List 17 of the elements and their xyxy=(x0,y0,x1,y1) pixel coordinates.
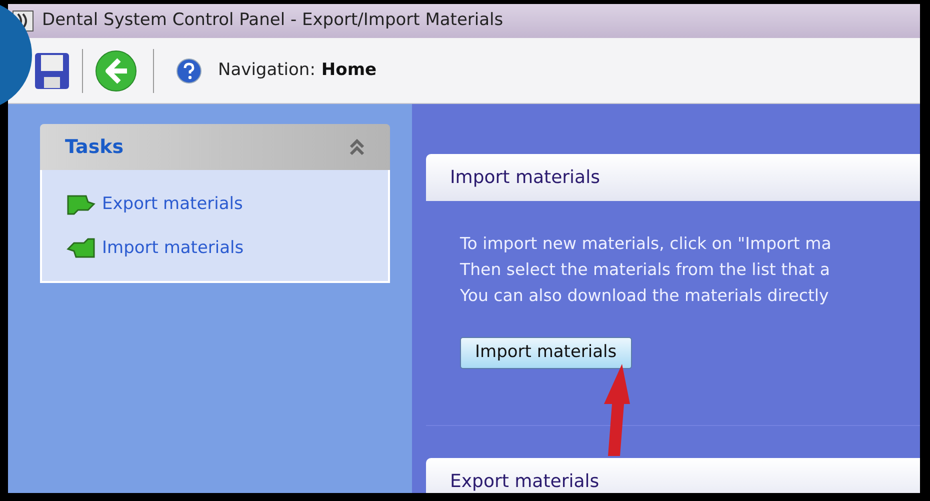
section-title: Import materials xyxy=(450,166,600,190)
window-title: Dental System Control Panel - Export/Import Materials xyxy=(42,9,504,32)
help-icon[interactable] xyxy=(176,58,202,84)
tasks-title: Tasks xyxy=(65,134,124,160)
collapse-icon[interactable] xyxy=(349,138,365,156)
task-link[interactable]: Export materials xyxy=(102,192,243,218)
task-link[interactable]: Import materials xyxy=(102,236,244,261)
navigation-value: Home xyxy=(321,58,377,82)
navigation-label: Navigation: xyxy=(218,58,316,82)
section-title: Export materials xyxy=(450,470,600,493)
import-materials-button[interactable]: Import materials xyxy=(460,337,632,369)
export-arrow-icon xyxy=(66,194,96,216)
import-arrow-icon xyxy=(66,237,96,260)
back-button[interactable] xyxy=(93,48,139,94)
instruction-text: Then select the materials from the list that a xyxy=(460,259,832,281)
instruction-text: To import new materials, click on "Import ma xyxy=(460,233,832,255)
instruction-text: You can also download the materials directly xyxy=(460,285,830,307)
